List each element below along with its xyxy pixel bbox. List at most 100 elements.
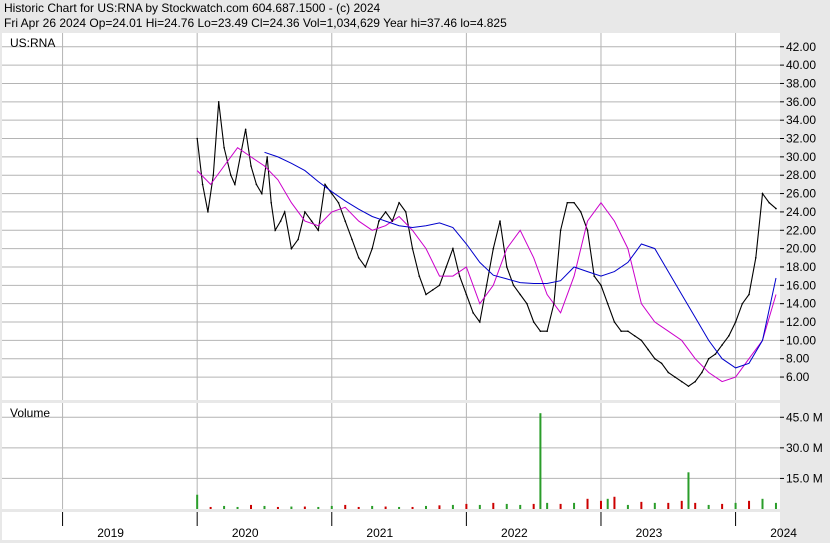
stock-chart: 42.00 40.00 38.00 36.00 34.00 32.00 30.00 28.00… bbox=[2, 33, 823, 540]
price-y-tick-label: 32.00 bbox=[786, 132, 816, 146]
price-point bbox=[526, 302, 528, 305]
price-y-tick-label: 10.00 bbox=[786, 333, 816, 347]
volume-bar bbox=[748, 500, 751, 509]
price-point bbox=[593, 275, 596, 277]
price-y-tick-label: 30.00 bbox=[786, 150, 816, 164]
price-y-tick-label: 36.00 bbox=[786, 95, 816, 109]
price-point bbox=[217, 101, 220, 103]
price-point bbox=[566, 201, 569, 204]
price-point bbox=[431, 289, 434, 291]
volume-bar bbox=[687, 472, 690, 509]
price-point bbox=[260, 192, 263, 195]
price-point bbox=[290, 247, 293, 250]
volume-bar bbox=[411, 506, 414, 509]
price-point bbox=[465, 293, 468, 296]
price-point bbox=[244, 128, 247, 131]
price-y-tick-label: 20.00 bbox=[786, 242, 816, 256]
price-point bbox=[207, 211, 209, 213]
price-point bbox=[768, 201, 771, 204]
volume-bar bbox=[599, 500, 602, 509]
volume-bar bbox=[761, 498, 764, 509]
price-y-tick-label: 26.00 bbox=[786, 187, 816, 201]
volume-bar bbox=[465, 503, 468, 509]
volume-bar bbox=[586, 498, 589, 509]
price-y-tick-label: 22.00 bbox=[786, 223, 816, 237]
date-axis-tick-label: 2022 bbox=[501, 526, 528, 540]
price-point bbox=[458, 275, 461, 277]
price-point bbox=[647, 348, 649, 351]
price-point bbox=[701, 371, 703, 374]
volume-bar bbox=[317, 506, 320, 509]
price-point bbox=[546, 330, 548, 332]
price-point bbox=[606, 302, 609, 305]
volume-bar bbox=[492, 502, 495, 509]
price-point bbox=[674, 376, 676, 378]
volume-bar bbox=[209, 506, 212, 509]
price-point bbox=[573, 201, 575, 204]
price-point bbox=[266, 156, 268, 158]
volume-bar bbox=[573, 502, 576, 509]
volume-bar bbox=[196, 494, 199, 509]
price-y-tick-label: 24.00 bbox=[786, 205, 816, 219]
price-point bbox=[754, 256, 757, 259]
volume-bar bbox=[505, 503, 508, 509]
price-point bbox=[317, 229, 320, 232]
volume-bar bbox=[290, 506, 293, 509]
price-panel bbox=[2, 33, 780, 400]
volume-bar bbox=[371, 505, 374, 509]
price-point bbox=[337, 201, 340, 204]
volume-y-tick-label: 30.0 M bbox=[786, 441, 823, 455]
volume-bar bbox=[721, 503, 724, 509]
price-point bbox=[633, 334, 636, 337]
price-point bbox=[654, 357, 656, 360]
price-point bbox=[600, 284, 602, 287]
price-point bbox=[274, 229, 277, 232]
volume-bar bbox=[559, 503, 562, 509]
price-point bbox=[485, 284, 488, 287]
price-point bbox=[512, 284, 515, 287]
price-point bbox=[539, 330, 542, 332]
price-y-tick-label: 42.00 bbox=[786, 40, 816, 54]
price-point bbox=[270, 201, 273, 204]
price-point bbox=[283, 211, 286, 213]
price-point bbox=[344, 220, 347, 222]
volume-bar bbox=[478, 504, 481, 509]
price-point bbox=[734, 321, 737, 323]
price-point bbox=[378, 220, 380, 222]
price-y-tick-label: 18.00 bbox=[786, 260, 816, 274]
price-y-tick-label: 16.00 bbox=[786, 278, 816, 292]
price-point bbox=[324, 183, 326, 186]
price-point bbox=[223, 146, 225, 149]
price-point bbox=[559, 229, 562, 232]
date-axis-tick-label: 2021 bbox=[366, 526, 393, 540]
price-point bbox=[239, 156, 242, 158]
price-y-axis: 42.00 40.00 38.00 36.00 34.00 32.00 30.00 28.00… bbox=[780, 40, 816, 384]
price-point bbox=[479, 321, 481, 323]
volume-bar bbox=[774, 502, 777, 509]
volume-bar bbox=[223, 505, 226, 509]
price-y-tick-label: 8.00 bbox=[786, 352, 810, 366]
price-point bbox=[553, 302, 555, 305]
volume-bar bbox=[546, 502, 549, 509]
price-point bbox=[357, 256, 360, 259]
price-point bbox=[297, 238, 299, 241]
price-point bbox=[613, 321, 616, 323]
price-point bbox=[748, 293, 750, 296]
volume-y-tick-label: 15.0 M bbox=[786, 471, 823, 485]
volume-panel bbox=[2, 403, 780, 509]
price-y-tick-label: 34.00 bbox=[786, 113, 816, 127]
price-point bbox=[364, 266, 367, 268]
price-y-tick-label: 40.00 bbox=[786, 58, 816, 72]
volume-bar bbox=[276, 506, 279, 509]
price-point bbox=[714, 353, 717, 355]
price-point bbox=[391, 220, 394, 222]
price-point bbox=[255, 183, 258, 186]
volume-y-axis: 45.0 M 30.0 M 15.0 M bbox=[780, 410, 823, 485]
price-point bbox=[492, 247, 495, 250]
price-point bbox=[234, 183, 236, 186]
price-point bbox=[499, 220, 501, 222]
price-point bbox=[452, 247, 454, 250]
volume-bar bbox=[707, 504, 710, 509]
price-point bbox=[279, 220, 282, 222]
date-axis-tick-label: 2024 bbox=[770, 526, 797, 540]
